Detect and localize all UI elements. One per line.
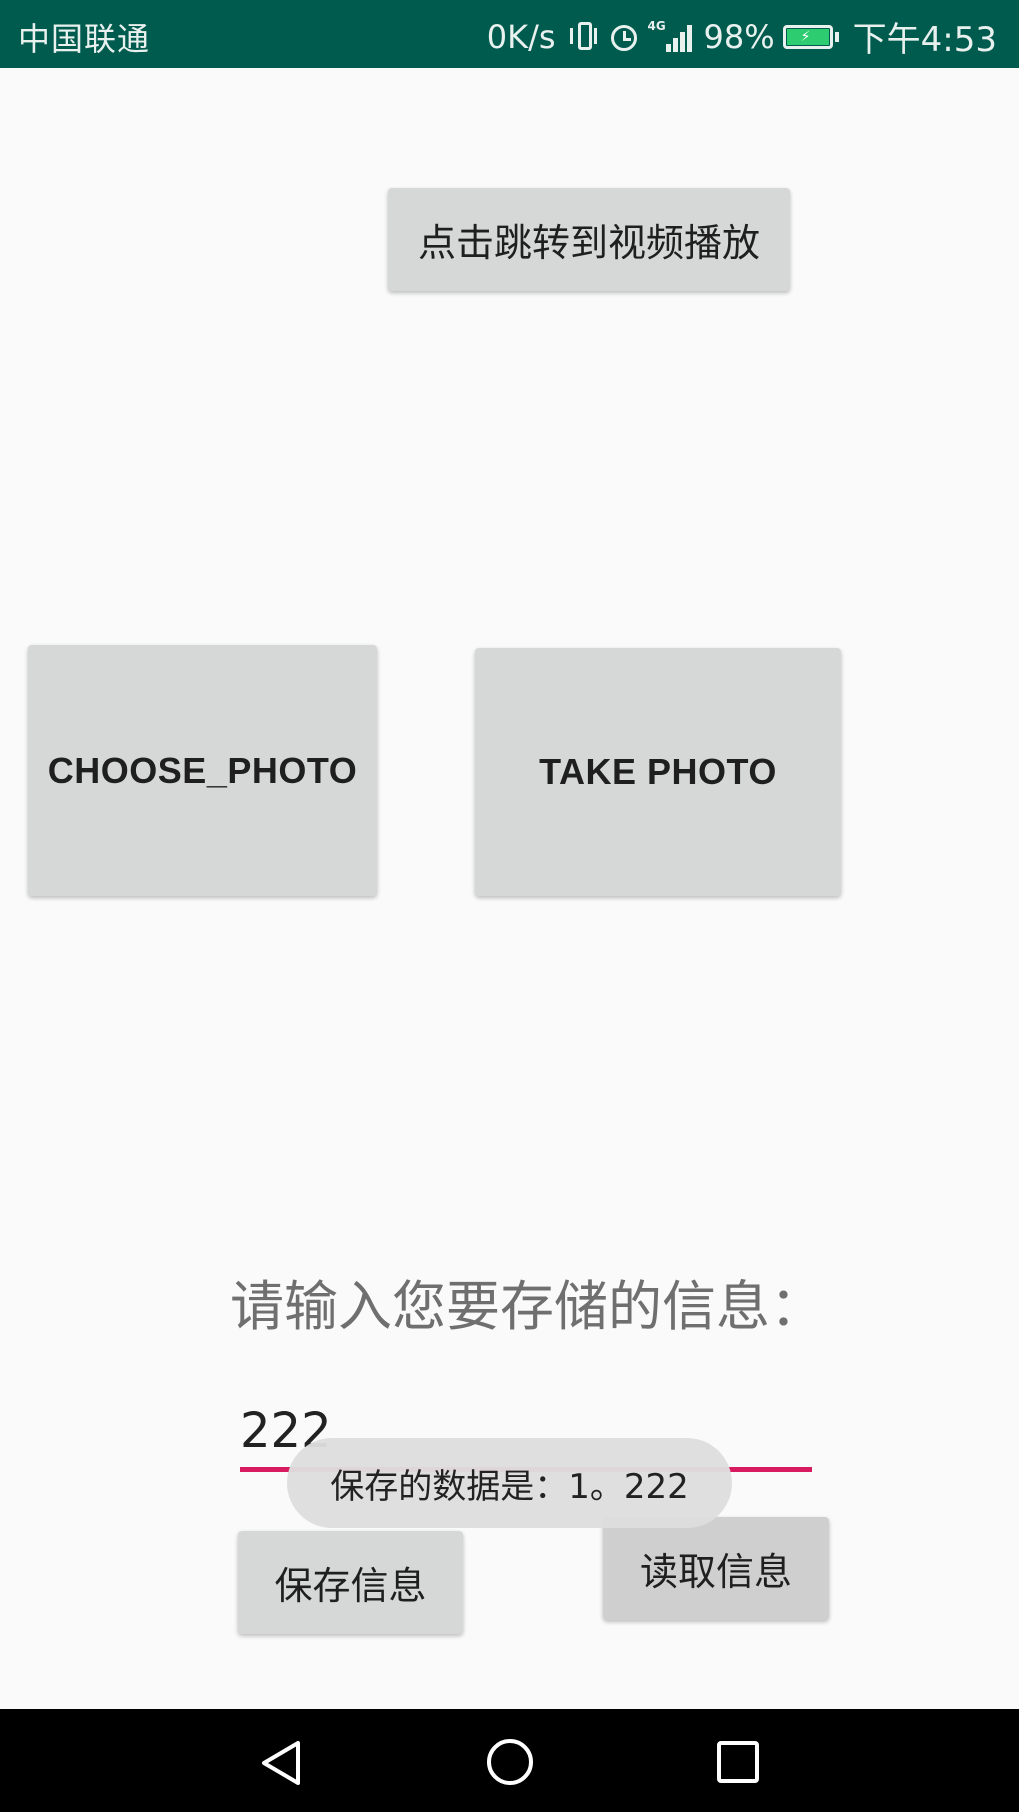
take-photo-button[interactable]: TAKE PHOTO (475, 648, 841, 896)
status-icons: 0K/s 4G 98% ⚡ 下午4:53 (487, 12, 997, 61)
toast-message: 保存的数据是：1。222 (287, 1438, 732, 1528)
network-speed: 0K/s (486, 17, 556, 56)
signal-icon: 4G (648, 20, 696, 54)
read-info-button[interactable]: 读取信息 (603, 1517, 829, 1620)
alarm-icon (608, 21, 640, 53)
clock: 下午4:53 (852, 20, 997, 60)
recent-apps-icon[interactable] (716, 1740, 760, 1788)
battery-icon: ⚡ (782, 23, 839, 51)
save-info-button[interactable]: 保存信息 (238, 1531, 463, 1634)
carrier-name: 中国联通 (18, 20, 151, 58)
navigation-bar (0, 1709, 1019, 1812)
vibrate-icon (569, 20, 600, 54)
home-icon[interactable] (485, 1737, 535, 1791)
network-type: 4G (647, 18, 666, 33)
status-bar: 中国联通 0K/s 4G 98% ⚡ 下午4:53 (0, 0, 1019, 68)
back-icon[interactable] (258, 1739, 306, 1791)
play-video-button[interactable]: 点击跳转到视频播放 (388, 188, 790, 291)
app-screen: 中国联通 0K/s 4G 98% ⚡ 下午4:53 点击跳转到视频播放 CHOO… (0, 0, 1019, 1812)
storage-prompt: 请输入您要存储的信息： (230, 1275, 824, 1338)
battery-percent: 98% (703, 17, 775, 56)
choose-photo-button[interactable]: CHOOSE_PHOTO (28, 645, 377, 896)
